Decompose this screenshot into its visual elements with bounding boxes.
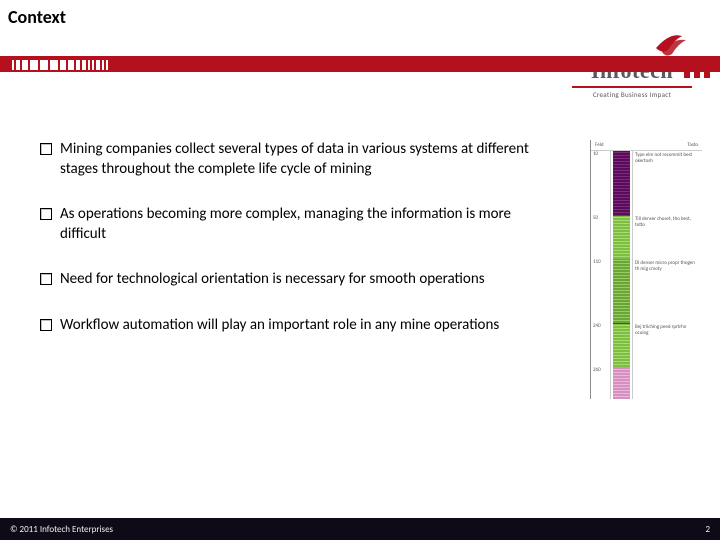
bullet-text: Workflow automation will play an importa… <box>60 316 499 336</box>
depth-label: 260 <box>591 367 611 399</box>
page-title: Context <box>8 6 66 28</box>
list-item: Mining companies collect several types o… <box>40 140 560 179</box>
bullet-text: As operations becoming more complex, man… <box>60 205 560 244</box>
depth-label: 50 <box>591 215 611 259</box>
red-bar <box>0 56 720 72</box>
list-item: As operations becoming more complex, man… <box>40 205 560 244</box>
lithology-bar <box>611 215 633 259</box>
band-stripes-left <box>12 60 108 70</box>
bullet-text: Mining companies collect several types o… <box>60 140 560 179</box>
depth-label: 10 <box>591 151 611 215</box>
depth-label: 240 <box>591 323 611 367</box>
row-desc: Type elm not recommit best okertosh <box>633 151 702 215</box>
fig-hdr-left: Feld <box>595 142 604 148</box>
square-bullet-icon <box>40 208 52 220</box>
square-bullet-icon <box>40 143 52 155</box>
content-area: Mining companies collect several types o… <box>40 140 560 361</box>
bullet-text: Need for technological orientation is ne… <box>60 270 485 290</box>
depth-label: 110 <box>591 259 611 323</box>
lithology-bar <box>611 259 633 323</box>
figure-row: 10 Type elm not recommit best okertosh <box>591 151 702 215</box>
list-item: Need for technological orientation is ne… <box>40 270 560 290</box>
figure-row: 110 Dl denser micro propr thogen th mig … <box>591 259 702 323</box>
figure-row: 50 Till denser choset, tho best, totto <box>591 215 702 259</box>
figure-row: 260 <box>591 367 702 399</box>
leaf-swoosh-icon <box>652 28 692 56</box>
row-desc: Bej trliching peed rprtrhn ocuing <box>633 323 702 367</box>
stratigraphy-figure: Feld Tasto 10 Type elm not recommit best… <box>590 140 702 399</box>
lithology-bar <box>611 323 633 367</box>
row-desc: Till denser choset, tho best, totto <box>633 215 702 259</box>
band-stripes-right <box>684 56 710 78</box>
list-item: Workflow automation will play an importa… <box>40 316 560 336</box>
logo-tagline: Creating Business Impact <box>572 86 692 99</box>
logo-mark <box>572 34 692 58</box>
lithology-bar <box>611 151 633 215</box>
square-bullet-icon <box>40 319 52 331</box>
lithology-bar <box>611 367 633 399</box>
footer: © 2011 Infotech Enterprises 2 <box>0 518 720 540</box>
square-bullet-icon <box>40 273 52 285</box>
row-desc <box>633 367 702 399</box>
figure-header: Feld Tasto <box>591 140 702 151</box>
fig-hdr-right: Tasto <box>687 142 698 148</box>
page-number: 2 <box>705 524 710 535</box>
copyright: © 2011 Infotech Enterprises <box>10 524 113 535</box>
slide: Context Infotech Creating Business Impac… <box>0 0 720 540</box>
divider-band <box>0 56 720 86</box>
row-desc: Dl denser micro propr thogen th mig cmot… <box>633 259 702 323</box>
figure-row: 240 Bej trliching peed rprtrhn ocuing <box>591 323 702 367</box>
